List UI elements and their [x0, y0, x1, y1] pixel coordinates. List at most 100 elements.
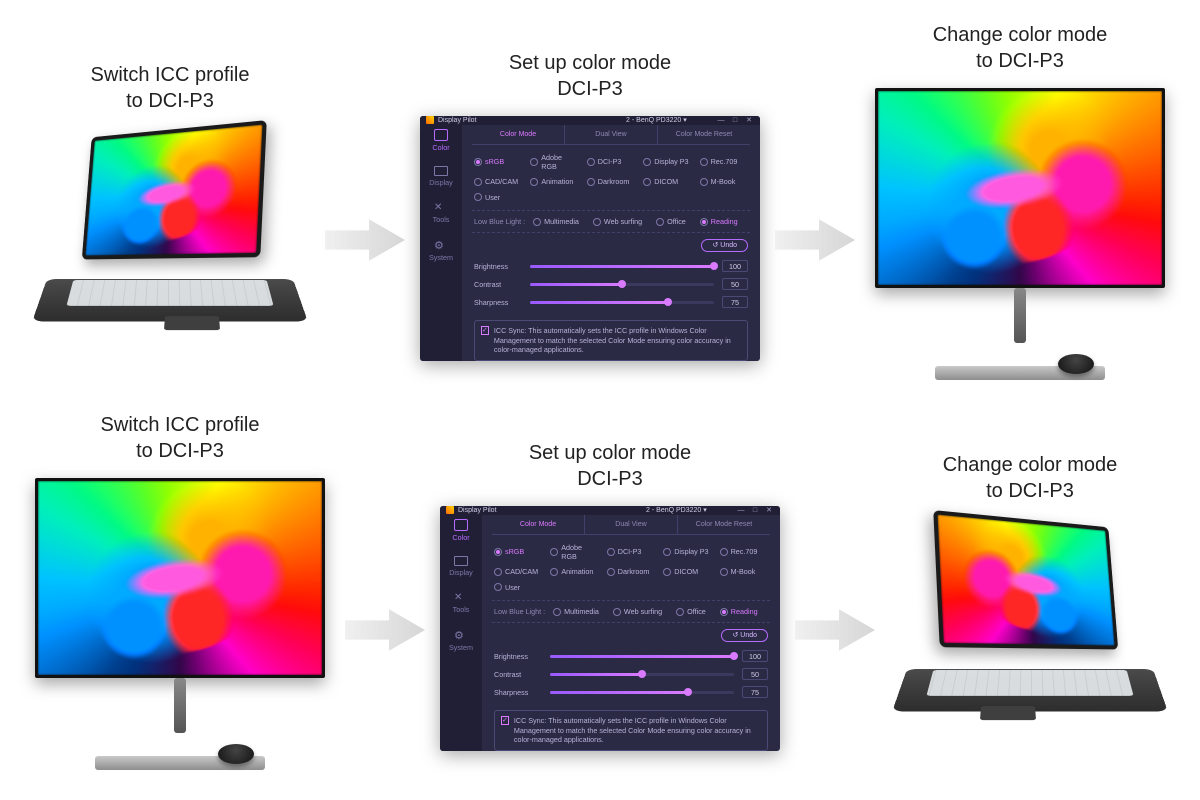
radio-icon: [550, 548, 558, 556]
radio-icon: [607, 548, 615, 556]
tab-color mode reset[interactable]: Color Mode Reset: [658, 125, 750, 144]
minimize-button[interactable]: —: [716, 116, 726, 125]
sidebar-item-color[interactable]: Color: [432, 129, 449, 152]
step-caption: Change color mode to DCI-P3: [943, 452, 1118, 504]
close-button[interactable]: ✕: [764, 506, 774, 515]
slider-track[interactable]: [550, 655, 734, 658]
tab-color mode[interactable]: Color Mode: [492, 515, 585, 534]
color-mode-option[interactable]: M-Book: [700, 177, 748, 186]
color-mode-option[interactable]: Darkroom: [607, 567, 655, 576]
close-button[interactable]: ✕: [744, 116, 754, 125]
color-mode-label: M-Book: [711, 177, 736, 186]
radio-icon: [656, 218, 664, 226]
radio-icon: [613, 608, 621, 616]
display-pilot-window: Display Pilot 2 - BenQ PD3220 ▾ — □ ✕ Co…: [440, 506, 780, 751]
icc-sync-checkbox[interactable]: ✓: [501, 716, 509, 725]
slider-row: Contrast 50: [474, 278, 748, 290]
tab-dual view[interactable]: Dual View: [585, 515, 678, 534]
workflow-step: Change color mode to DCI-P3: [870, 22, 1170, 388]
radio-icon: [474, 178, 482, 186]
color-mode-option[interactable]: DICOM: [643, 177, 691, 186]
color-icon: [434, 129, 448, 141]
minimize-button[interactable]: —: [736, 506, 746, 515]
color-mode-option[interactable]: Animation: [530, 177, 578, 186]
sidebar-item-label: System: [449, 643, 473, 652]
workflow-row: Switch ICC profile to DCI-P3 Set up colo…: [30, 25, 1170, 385]
lbl-header: Low Blue Light :: [494, 607, 545, 616]
tab-color mode[interactable]: Color Mode: [472, 125, 565, 144]
lbl-label: Reading: [711, 217, 738, 226]
color-mode-option[interactable]: Adobe RGB: [550, 543, 598, 562]
workflow-step: Switch ICC profile to DCI-P3: [30, 412, 330, 778]
sidebar-item-label: Display: [449, 568, 473, 577]
undo-button[interactable]: ↺ Undo: [721, 629, 768, 642]
color-mode-label: Display P3: [674, 547, 708, 556]
color-mode-option[interactable]: Rec.709: [720, 543, 768, 562]
color-mode-label: Rec.709: [711, 157, 738, 166]
lbl-option[interactable]: Reading: [700, 217, 738, 226]
workflow-step: Set up color mode DCI-P3 Display Pilot 2…: [420, 50, 760, 361]
radio-icon: [530, 158, 538, 166]
color-mode-label: User: [485, 193, 500, 202]
lbl-option[interactable]: Web surfing: [593, 217, 642, 226]
system-icon: [434, 239, 448, 251]
lbl-option[interactable]: Office: [656, 217, 686, 226]
color-mode-label: Animation: [541, 177, 573, 186]
sidebar-item-system[interactable]: System: [429, 239, 453, 262]
maximize-button[interactable]: □: [730, 116, 740, 125]
sidebar-item-tools[interactable]: Tools: [433, 201, 450, 224]
color-mode-option[interactable]: Adobe RGB: [530, 153, 578, 172]
slider-track[interactable]: [530, 265, 714, 268]
tools-icon: [454, 591, 468, 603]
slider-track[interactable]: [530, 301, 714, 304]
arrow-right-icon: [345, 605, 425, 655]
sidebar-item-tools[interactable]: Tools: [453, 591, 470, 614]
color-mode-option[interactable]: User: [474, 193, 522, 202]
sidebar-item-display[interactable]: Display: [429, 166, 453, 187]
step-caption: Set up color mode DCI-P3: [529, 440, 691, 492]
slider-track[interactable]: [530, 283, 714, 286]
color-mode-option[interactable]: Animation: [550, 567, 598, 576]
connected-display-dropdown[interactable]: 2 - BenQ PD3220 ▾: [646, 506, 707, 515]
slider-track[interactable]: [550, 691, 734, 694]
undo-button[interactable]: ↺ Undo: [701, 239, 748, 252]
color-mode-option[interactable]: Display P3: [663, 543, 711, 562]
connected-display-dropdown[interactable]: 2 - BenQ PD3220 ▾: [626, 116, 687, 125]
lbl-option[interactable]: Office: [676, 607, 706, 616]
lbl-option[interactable]: Web surfing: [613, 607, 662, 616]
slider-label: Brightness: [494, 652, 542, 661]
radio-icon: [720, 548, 728, 556]
lbl-option[interactable]: Multimedia: [553, 607, 599, 616]
color-mode-option[interactable]: DICOM: [663, 567, 711, 576]
sidebar-item-system[interactable]: System: [449, 629, 473, 652]
color-mode-option[interactable]: CAD/CAM: [494, 567, 542, 576]
lbl-option[interactable]: Reading: [720, 607, 758, 616]
slider-value: 100: [742, 650, 768, 662]
slider-track[interactable]: [550, 673, 734, 676]
color-mode-option[interactable]: Display P3: [643, 153, 691, 172]
slider-label: Sharpness: [494, 688, 542, 697]
radio-icon: [700, 218, 708, 226]
tab-color mode reset[interactable]: Color Mode Reset: [678, 515, 770, 534]
color-mode-option[interactable]: CAD/CAM: [474, 177, 522, 186]
color-mode-option[interactable]: sRGB: [474, 153, 522, 172]
icc-sync-checkbox[interactable]: ✓: [481, 326, 489, 335]
low-blue-light-row: Low Blue Light : Multimedia Web surfing …: [492, 601, 770, 623]
color-mode-label: Darkroom: [618, 567, 650, 576]
sidebar-item-display[interactable]: Display: [449, 556, 473, 577]
color-mode-label: CAD/CAM: [485, 177, 518, 186]
color-mode-option[interactable]: Rec.709: [700, 153, 748, 172]
color-mode-option[interactable]: DCI-P3: [587, 153, 635, 172]
lbl-option[interactable]: Multimedia: [533, 217, 579, 226]
radio-icon: [700, 158, 708, 166]
color-mode-option[interactable]: Darkroom: [587, 177, 635, 186]
color-mode-option[interactable]: User: [494, 583, 542, 592]
color-mode-option[interactable]: sRGB: [494, 543, 542, 562]
step-caption: Switch ICC profile to DCI-P3: [91, 62, 250, 114]
sidebar-item-color[interactable]: Color: [452, 519, 469, 542]
maximize-button[interactable]: □: [750, 506, 760, 515]
color-mode-option[interactable]: M-Book: [720, 567, 768, 576]
color-mode-option[interactable]: DCI-P3: [607, 543, 655, 562]
color-mode-label: DICOM: [674, 567, 698, 576]
tab-dual view[interactable]: Dual View: [565, 125, 658, 144]
